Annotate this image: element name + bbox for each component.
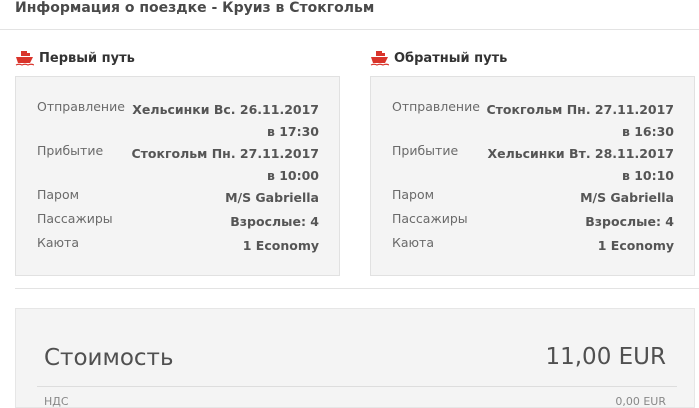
ferry-label: Паром xyxy=(392,187,435,202)
page-title: Информация о поездке - Круиз в Стокгольм xyxy=(15,0,375,16)
return-panel: Отправление Стокгольм Пн. 27.11.2017 в 1… xyxy=(370,76,695,276)
departure-value: Стокгольм Пн. 27.11.2017 в 16:30 xyxy=(486,102,674,139)
arrival-label: Прибытие xyxy=(37,143,104,158)
return-heading: Обратный путь xyxy=(370,50,507,66)
cost-value: 11,00 EUR xyxy=(545,344,666,370)
passengers-value: Взрослые: 4 xyxy=(230,214,319,229)
departure-label: Отправление xyxy=(37,99,125,114)
passengers-value: Взрослые: 4 xyxy=(585,214,674,229)
outbound-title: Первый путь xyxy=(39,50,135,66)
vat-value: 0,00 EUR xyxy=(615,395,666,408)
passengers-label: Пассажиры xyxy=(392,211,468,226)
ferry-label: Паром xyxy=(37,187,80,202)
outbound-heading: Первый путь xyxy=(15,50,135,66)
cabin-label: Каюта xyxy=(37,235,79,250)
passengers-label: Пассажиры xyxy=(37,211,113,226)
departure-label: Отправление xyxy=(392,99,480,114)
arrival-value: Хельсинки Вт. 28.11.2017 в 10:10 xyxy=(487,146,674,183)
arrival-label: Прибытие xyxy=(392,143,459,158)
divider xyxy=(15,288,699,289)
return-title: Обратный путь xyxy=(394,50,508,66)
ferry-icon xyxy=(370,51,389,66)
ferry-icon xyxy=(15,51,34,66)
ferry-value: M/S Gabriella xyxy=(225,190,319,205)
cabin-value: 1 Economy xyxy=(242,238,319,253)
cabin-label: Каюта xyxy=(392,235,434,250)
cost-label: Стоимость xyxy=(44,345,174,371)
divider xyxy=(0,29,699,30)
cost-summary: Стоимость 11,00 EUR НДС 0,00 EUR xyxy=(15,308,695,408)
cost-divider xyxy=(37,386,677,387)
ferry-value: M/S Gabriella xyxy=(580,190,674,205)
arrival-value: Стокгольм Пн. 27.11.2017 в 10:00 xyxy=(131,146,319,183)
outbound-panel: Отправление Хельсинки Вс. 26.11.2017 в 1… xyxy=(15,76,340,276)
departure-value: Хельсинки Вс. 26.11.2017 в 17:30 xyxy=(132,102,319,139)
cabin-value: 1 Economy xyxy=(597,238,674,253)
vat-label: НДС xyxy=(44,395,69,408)
